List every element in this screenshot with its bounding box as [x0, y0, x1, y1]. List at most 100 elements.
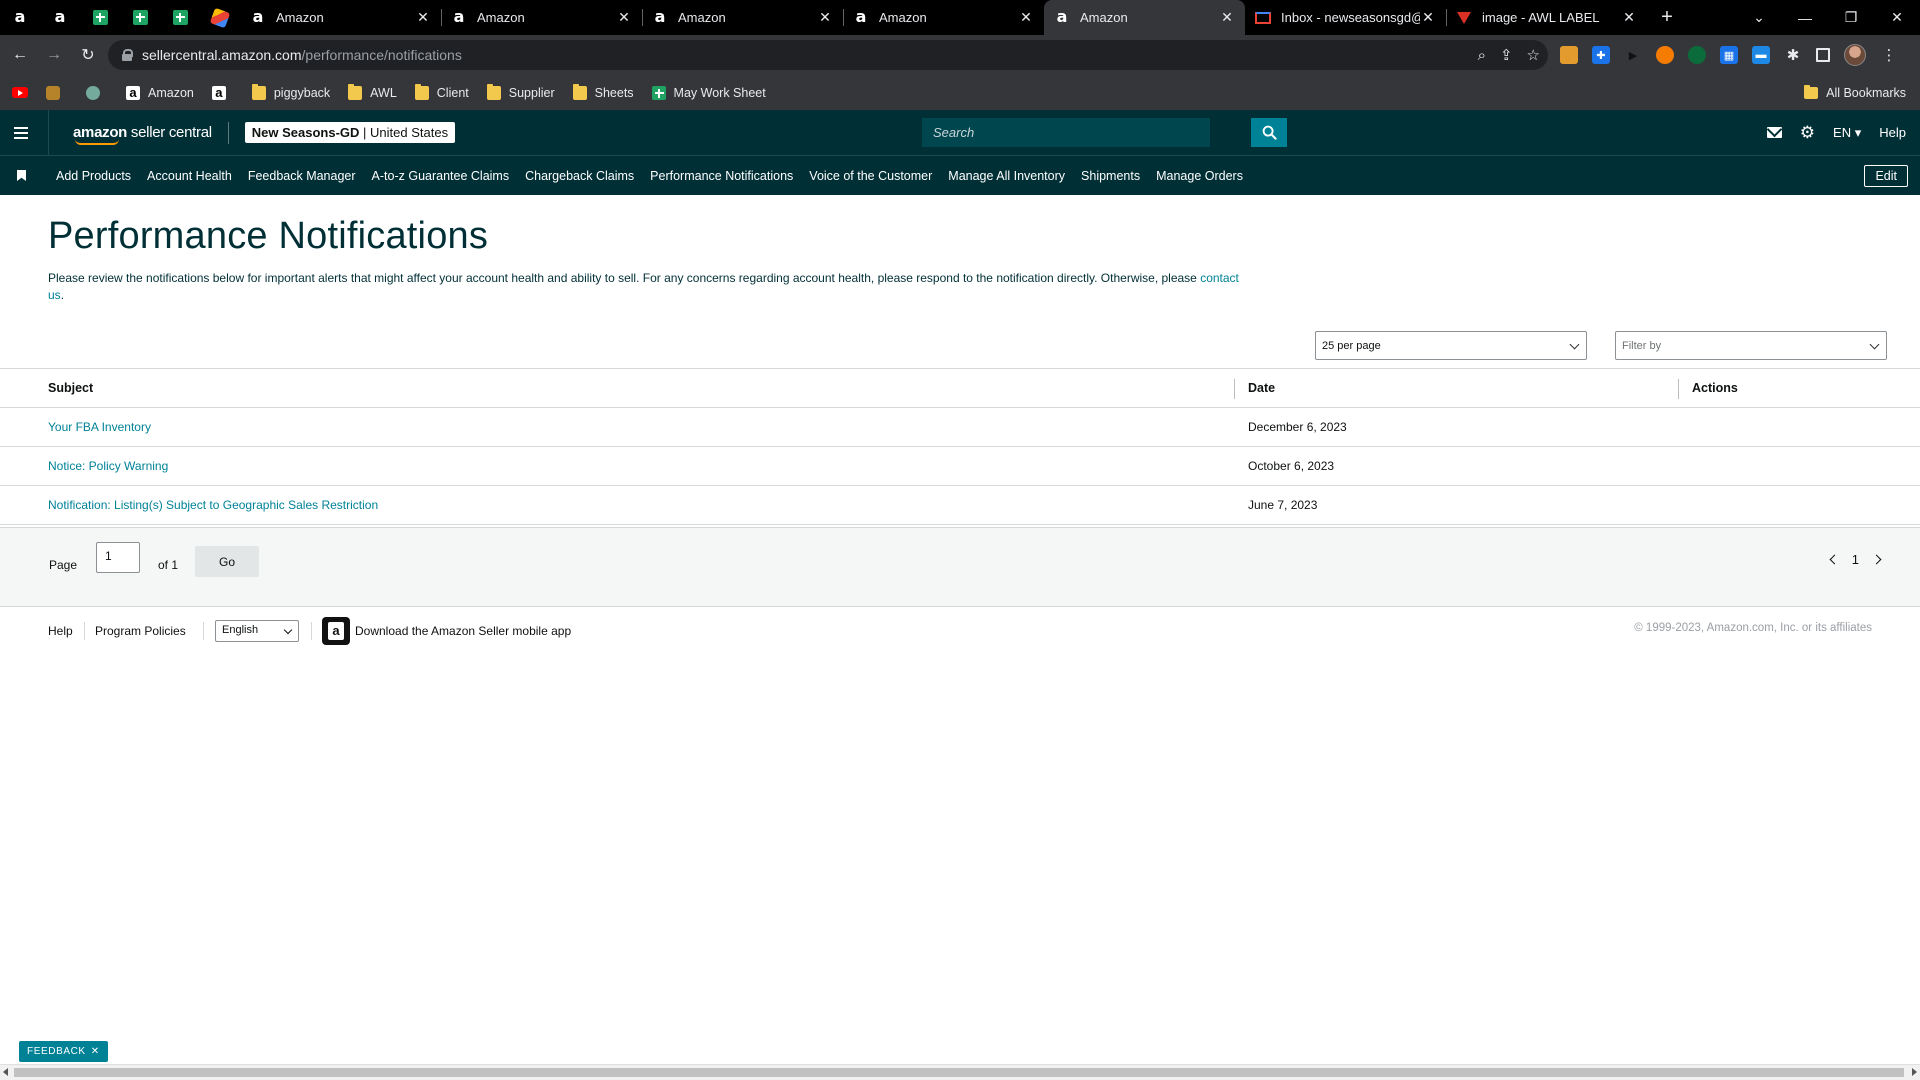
- extension-icon[interactable]: ▶: [1624, 46, 1642, 64]
- per-page-select[interactable]: 25 per page: [1315, 331, 1587, 360]
- horizontal-scrollbar[interactable]: [0, 1064, 1920, 1080]
- minimize-button[interactable]: —: [1782, 0, 1828, 35]
- pinned-tab-sheets[interactable]: [160, 0, 200, 35]
- bookmark-seller-icon[interactable]: [46, 85, 68, 100]
- gear-icon[interactable]: ⚙: [1800, 124, 1815, 141]
- help-link[interactable]: Help: [1879, 125, 1906, 140]
- pinned-tab-sheets[interactable]: [120, 0, 160, 35]
- notification-subject-link[interactable]: Notification: Listing(s) Subject to Geog…: [48, 486, 378, 524]
- zoom-icon[interactable]: ⌕: [1478, 47, 1486, 64]
- extension-icon[interactable]: [1688, 46, 1706, 64]
- nav-a-to-z-claims[interactable]: A-to-z Guarantee Claims: [372, 169, 510, 183]
- nav-account-health[interactable]: Account Health: [147, 169, 232, 183]
- browser-tab[interactable]: a Amazon ✕: [240, 0, 441, 35]
- close-icon[interactable]: ✕: [1420, 9, 1436, 26]
- browser-menu-icon[interactable]: ⋮: [1880, 46, 1898, 64]
- footer-help-link[interactable]: Help: [48, 624, 73, 638]
- browser-tab[interactable]: a Amazon ✕: [441, 0, 642, 35]
- browser-tab[interactable]: a Amazon ✕: [843, 0, 1044, 35]
- browser-tab-active[interactable]: a Amazon ✕: [1044, 0, 1245, 35]
- bookmark-folder-piggyback[interactable]: piggyback: [251, 83, 330, 100]
- hamburger-menu-icon[interactable]: [14, 126, 28, 139]
- new-tab-button[interactable]: +: [1651, 0, 1683, 35]
- amazon-seller-app-icon[interactable]: a: [322, 617, 350, 645]
- forward-button[interactable]: →: [40, 41, 68, 69]
- extension-icon[interactable]: [1560, 46, 1578, 64]
- nav-chargeback-claims[interactable]: Chargeback Claims: [525, 169, 634, 183]
- bookmark-folder-sheets[interactable]: Sheets: [572, 83, 634, 100]
- download-app-link[interactable]: Download the Amazon Seller mobile app: [355, 624, 571, 638]
- search-button[interactable]: [1251, 118, 1287, 147]
- address-bar[interactable]: sellercentral.amazon.com/performance/not…: [108, 40, 1548, 70]
- lock-icon[interactable]: [122, 49, 133, 61]
- footer-language-select[interactable]: English: [215, 620, 299, 642]
- tab-search-icon[interactable]: ⌄: [1736, 0, 1782, 35]
- bookmark-folder-awl[interactable]: AWL: [348, 83, 397, 100]
- bookmark-amazon-2[interactable]: a: [211, 85, 234, 100]
- close-icon[interactable]: ✕: [817, 9, 833, 26]
- close-icon[interactable]: ✕: [616, 9, 632, 26]
- side-panel-icon[interactable]: [1816, 48, 1830, 62]
- all-bookmarks[interactable]: All Bookmarks: [1804, 75, 1906, 110]
- page-number-input[interactable]: 1: [96, 542, 140, 573]
- nav-feedback-manager[interactable]: Feedback Manager: [248, 169, 356, 183]
- scroll-left-icon[interactable]: [3, 1068, 8, 1076]
- bookmark-chatgpt[interactable]: [86, 85, 108, 100]
- store-selector[interactable]: New Seasons-GD | United States: [244, 122, 456, 143]
- bookmark-icon[interactable]: [17, 170, 26, 181]
- restore-button[interactable]: ❐: [1828, 0, 1874, 35]
- share-icon[interactable]: ⇪: [1500, 46, 1513, 64]
- pinned-tab-pen[interactable]: [200, 0, 240, 35]
- close-icon[interactable]: ✕: [91, 1046, 100, 1057]
- nav-voice-of-the-customer[interactable]: Voice of the Customer: [809, 169, 932, 183]
- close-icon[interactable]: ✕: [1621, 9, 1637, 26]
- notification-subject-link[interactable]: Notice: Policy Warning: [48, 447, 168, 485]
- feedback-button[interactable]: FEEDBACK ✕: [19, 1041, 108, 1062]
- pinned-tab-amazon[interactable]: a: [40, 0, 80, 35]
- notification-subject-link[interactable]: Your FBA Inventory: [48, 408, 151, 446]
- search-input[interactable]: Search: [922, 118, 1210, 147]
- nav-shipments[interactable]: Shipments: [1081, 169, 1140, 183]
- profile-avatar[interactable]: [1844, 44, 1866, 66]
- extension-icon[interactable]: ✚: [1592, 46, 1610, 64]
- extension-icon[interactable]: [1656, 46, 1674, 64]
- extensions-puzzle-icon[interactable]: ✱: [1784, 46, 1802, 64]
- edit-nav-button[interactable]: Edit: [1864, 165, 1908, 187]
- previous-page-icon[interactable]: [1829, 554, 1840, 565]
- close-window-button[interactable]: ✕: [1874, 0, 1920, 35]
- reload-button[interactable]: ↻: [74, 41, 102, 69]
- scroll-right-icon[interactable]: [1912, 1068, 1917, 1076]
- go-button[interactable]: Go: [195, 546, 259, 577]
- bookmark-folder-supplier[interactable]: Supplier: [486, 83, 555, 100]
- back-button[interactable]: ←: [6, 41, 34, 69]
- column-header-date[interactable]: Date: [1248, 369, 1275, 407]
- nav-performance-notifications[interactable]: Performance Notifications: [650, 169, 793, 183]
- scrollbar-thumb[interactable]: [14, 1068, 1904, 1077]
- footer-program-policies-link[interactable]: Program Policies: [95, 624, 186, 638]
- seller-central-logo[interactable]: amazon seller central: [73, 124, 212, 145]
- browser-tab[interactable]: a Amazon ✕: [642, 0, 843, 35]
- star-icon[interactable]: ☆: [1527, 46, 1540, 64]
- nav-add-products[interactable]: Add Products: [56, 169, 131, 183]
- extension-icon[interactable]: ▬: [1752, 46, 1770, 64]
- calculator-extension-icon[interactable]: ▦: [1720, 46, 1738, 64]
- pinned-tab-sheets[interactable]: [80, 0, 120, 35]
- browser-tab[interactable]: Inbox - newseasonsgd@ ✕: [1245, 0, 1446, 35]
- nav-manage-all-inventory[interactable]: Manage All Inventory: [948, 169, 1065, 183]
- youtube-icon[interactable]: [12, 87, 28, 98]
- current-page-number[interactable]: 1: [1852, 552, 1859, 567]
- bookmark-folder-client[interactable]: Client: [414, 83, 469, 100]
- filter-select[interactable]: Filter by: [1615, 331, 1887, 360]
- mail-icon[interactable]: [1766, 127, 1782, 138]
- nav-manage-orders[interactable]: Manage Orders: [1156, 169, 1243, 183]
- bookmark-amazon[interactable]: a Amazon: [126, 85, 194, 100]
- close-icon[interactable]: ✕: [1219, 9, 1235, 26]
- next-page-icon[interactable]: [1871, 554, 1882, 565]
- browser-tab[interactable]: image - AWL LABEL ✕: [1446, 0, 1647, 35]
- pinned-tab-amazon[interactable]: a: [0, 0, 40, 35]
- close-icon[interactable]: ✕: [1018, 9, 1034, 26]
- bookmark-may-work-sheet[interactable]: May Work Sheet: [651, 85, 766, 100]
- language-selector[interactable]: EN ▾: [1833, 125, 1861, 141]
- close-icon[interactable]: ✕: [415, 9, 431, 26]
- column-header-subject[interactable]: Subject: [48, 369, 93, 407]
